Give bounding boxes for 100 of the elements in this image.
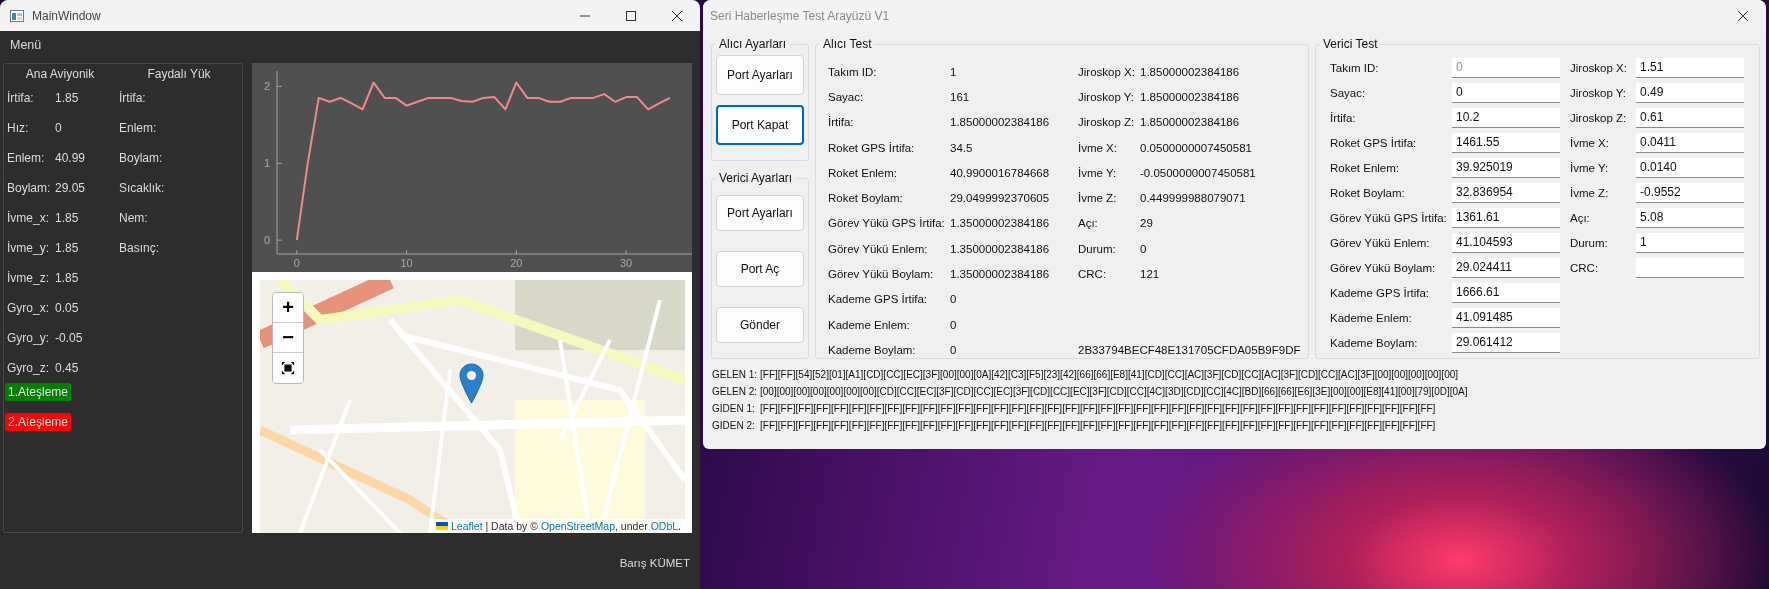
ignition-indicator: 2.Ateşleme <box>5 413 72 431</box>
field-label: Açı: <box>1078 217 1099 230</box>
input-field[interactable]: -0.9552 <box>1636 182 1744 203</box>
close-icon <box>1737 9 1749 22</box>
field-label: Boylam: <box>7 181 52 195</box>
field-value: 1 <box>950 65 958 78</box>
field-label: Kademe Boylam: <box>828 343 917 356</box>
line-label: GELEN 1: <box>712 369 759 380</box>
field-label: Sayac: <box>1330 86 1367 99</box>
field-label: İvme Y: <box>1570 161 1610 174</box>
field-value: 0.449999988079071 <box>1140 192 1247 205</box>
line-label: GIDEN 2: <box>712 420 756 431</box>
field-label: Jiroskop X: <box>1570 61 1628 74</box>
field-label: Jiroskop Y: <box>1570 86 1628 99</box>
axis-tick-label: 1 <box>263 157 270 170</box>
field-label: Takım ID: <box>828 65 878 78</box>
group-title: Verici Test <box>1322 37 1379 51</box>
port-button[interactable]: Port Aç <box>716 251 804 287</box>
field-value: 1.85000002384186 <box>1140 116 1241 129</box>
input-field[interactable]: 5.08 <box>1636 207 1744 228</box>
input-field[interactable]: 1461.55 <box>1452 132 1560 153</box>
field-value: 29.0499992370605 <box>950 192 1051 205</box>
flag-icon <box>436 522 449 530</box>
map-marker-icon[interactable] <box>459 363 484 404</box>
field-label: Görev Yükü Boylam: <box>1330 261 1437 274</box>
field-value: 1.85 <box>55 91 79 105</box>
axis-tick-label: 2 <box>263 80 270 93</box>
field-label: İrtifa: <box>1330 111 1357 124</box>
group-title: Alıcı Test <box>822 37 873 51</box>
field-label: İvme_x: <box>7 211 50 225</box>
input-field[interactable]: 0.0411 <box>1636 132 1744 153</box>
byte-sequence: [00][00][00][00][00][00][00][CD][CC][EC][3F][CD][CC][EC][3F][CD][CC][EC][3F][CD][CC][4C][3D][CD][CC][4C][BD][66][66][E6][3E][00][00][E8][41][00][79][0D][0A] <box>760 386 1469 397</box>
axis-tick-label: 30 <box>620 257 633 269</box>
fullscreen-icon <box>281 361 295 375</box>
field-label: Kademe GPS İrtifa: <box>1330 286 1431 299</box>
field-label: Roket Boylam: <box>1330 186 1406 199</box>
field-label: İrtifa: <box>828 116 855 129</box>
zoom-in-button[interactable]: + <box>273 293 303 323</box>
field-label: Gyro_x: <box>7 301 50 315</box>
byte-sequence: [FF][FF][FF][FF][FF][FF][FF][FF][FF][FF][FF][FF][FF][FF][FF][FF][FF][FF][FF][FF][FF][FF][FF][FF][FF][FF][FF][FF][FF][FF][FF][FF][FF][FF][FF][FF][FF][FF] <box>760 420 1437 431</box>
field-value: 1.85 <box>55 241 79 255</box>
field-value: 0.05 <box>55 301 79 315</box>
input-field[interactable]: 1 <box>1636 232 1744 253</box>
input-field[interactable]: 0.0140 <box>1636 157 1744 178</box>
input-field[interactable]: 0.49 <box>1636 82 1744 103</box>
byte-sequence: [FF][FF][FF][FF][FF][FF][FF][FF][FF][FF][FF][FF][FF][FF][FF][FF][FF][FF][FF][FF][FF][FF][FF][FF][FF][FF][FF][FF][FF][FF][FF][FF][FF][FF][FF][FF][FF][FF] <box>760 403 1437 414</box>
field-label: Jiroskop Z: <box>1570 111 1628 124</box>
field-value: 0 <box>950 318 958 331</box>
input-field[interactable]: 32.836954 <box>1452 182 1560 203</box>
field-label: İvme X: <box>1570 136 1610 149</box>
field-label: Roket Enlem: <box>1330 161 1401 174</box>
port-button[interactable]: Gönder <box>716 307 804 343</box>
input-field[interactable]: 41.104593 <box>1452 232 1560 253</box>
author-name: Barış KÜMET <box>619 557 690 569</box>
field-label: Görev Yükü Boylam: <box>828 268 935 280</box>
input-field[interactable] <box>1636 257 1744 278</box>
field-value: 1.35000002384186 <box>950 242 1051 255</box>
input-field[interactable]: 39.925019 <box>1452 157 1560 178</box>
byte-sequence: [FF][FF][54][52][01][A1][CD][CC][EC][3F][00][00][0A][42][C3][F5][23][42][66][66][E8][41][CD][CC][AC][3F][CD][CC][AC][3F][CD][CC][AC][3F][00][00][00][00][00] <box>760 369 1460 380</box>
field-value: 29.05 <box>55 181 86 195</box>
field-value: 1.35000002384186 <box>950 268 1051 280</box>
field-label: Roket GPS İrtifa: <box>828 141 916 154</box>
input-field[interactable]: 0.61 <box>1636 107 1744 128</box>
field-label: Gyro_z: <box>7 361 50 375</box>
port-button[interactable]: Port Ayarları <box>716 55 804 95</box>
field-label: Enlem: <box>7 151 46 165</box>
input-field[interactable]: 29.061412 <box>1452 332 1560 353</box>
field-value: 0 <box>1140 242 1148 255</box>
field-value: 40.9900016784668 <box>950 166 1051 179</box>
input-field[interactable]: 1.51 <box>1636 57 1744 78</box>
axis-tick-label: 0 <box>263 234 270 247</box>
field-value: 1.85000002384186 <box>1140 90 1241 103</box>
field-label: Enlem: <box>119 121 157 135</box>
attribution-link[interactable]: Leaflet <box>451 520 483 532</box>
input-field[interactable]: 29.024411 <box>1452 257 1560 278</box>
checksum-value: 2B33794BECF48E131705CFDA05B9F9DF <box>1078 343 1302 356</box>
field-label: Kademe Boylam: <box>1330 336 1419 349</box>
maximize-icon <box>625 9 637 22</box>
field-label: CRC: <box>1078 268 1108 280</box>
field-label: İvme Z: <box>1570 186 1610 199</box>
field-value: 0.0500000007450581 <box>1140 141 1253 154</box>
field-label: Sayac: <box>828 90 865 103</box>
port-button[interactable]: Port Kapat <box>716 105 804 145</box>
field-value: 29 <box>1140 217 1154 230</box>
field-value: 1.85000002384186 <box>1140 65 1241 78</box>
input-field[interactable]: 1666.61 <box>1452 282 1560 303</box>
field-value: -0.0500000007450581 <box>1140 166 1257 179</box>
field-label: İvme Y: <box>1078 166 1118 179</box>
field-label: İvme_z: <box>7 271 50 285</box>
input-field[interactable]: 0 <box>1452 82 1560 103</box>
menu-item[interactable]: Menü <box>10 37 42 52</box>
field-value: -0.05 <box>55 331 83 345</box>
field-label: Jiroskop Z: <box>1078 116 1136 129</box>
map-attribution: Leaflet | Data by © OpenStreetMap, under ODbL. <box>432 519 685 533</box>
input-field[interactable]: 41.091485 <box>1452 307 1560 328</box>
input-field[interactable]: 0 <box>1452 57 1560 78</box>
port-button[interactable]: Port Ayarları <box>716 195 804 231</box>
input-field[interactable]: 1361.61 <box>1452 207 1560 228</box>
field-label: Gyro_y: <box>7 331 50 345</box>
input-field[interactable]: 10.2 <box>1452 107 1560 128</box>
